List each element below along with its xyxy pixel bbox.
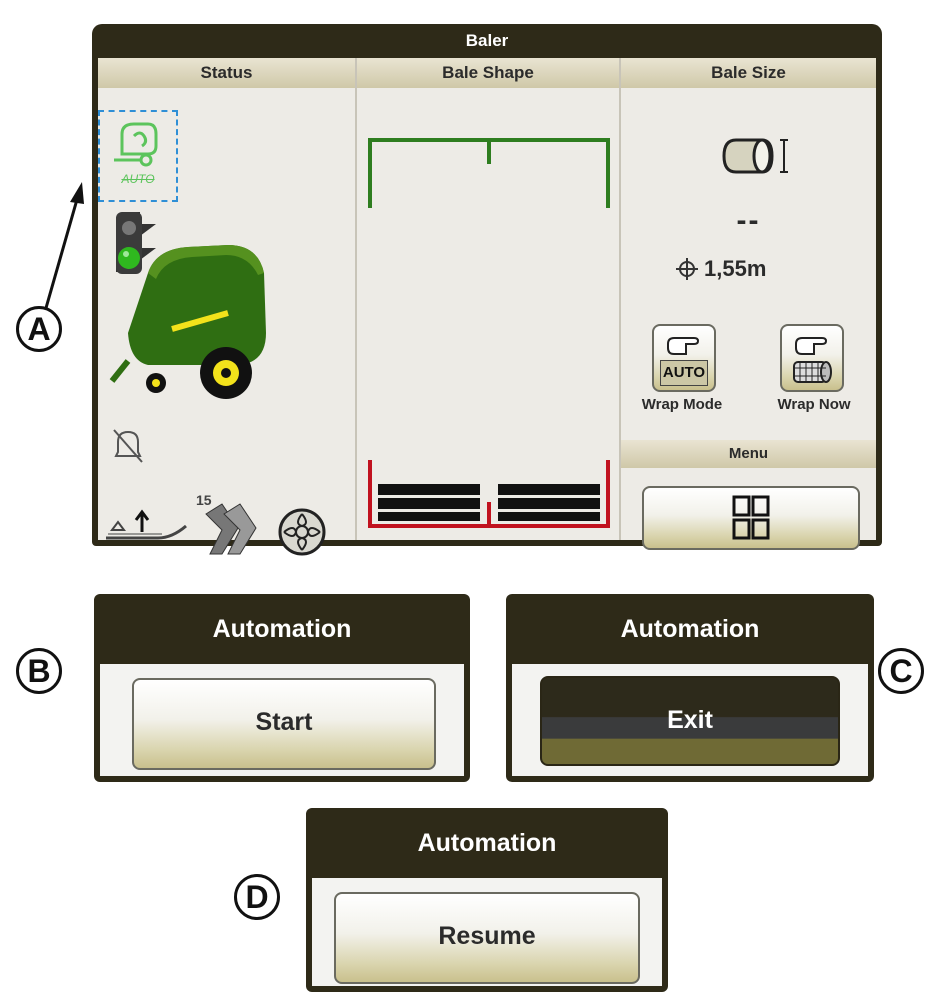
automation-panel-header: Automation: [620, 615, 760, 643]
automation-resume-button[interactable]: Resume: [334, 892, 640, 984]
automation-exit-button[interactable]: Exit: [540, 676, 840, 766]
automation-start-label: Start: [255, 708, 313, 736]
automation-exit-label: Exit: [667, 706, 713, 734]
automation-panel-body: Resume: [312, 878, 662, 986]
automation-panel-resume: Automation Resume: [306, 808, 668, 992]
automation-start-button[interactable]: Start: [132, 678, 436, 770]
callout-d: D: [234, 874, 280, 920]
automation-panel-body: Exit: [512, 664, 868, 776]
automation-panel-exit: Automation Exit: [506, 594, 874, 782]
callout-a: A: [16, 306, 62, 352]
callout-c: C: [878, 648, 924, 694]
automation-resume-label: Resume: [438, 922, 536, 950]
automation-panel-start: Automation Start: [94, 594, 470, 782]
automation-panel-header: Automation: [212, 615, 352, 643]
automation-panel-header: Automation: [417, 829, 557, 857]
automation-panel-body: Start: [100, 664, 464, 776]
callout-b: B: [16, 648, 62, 694]
